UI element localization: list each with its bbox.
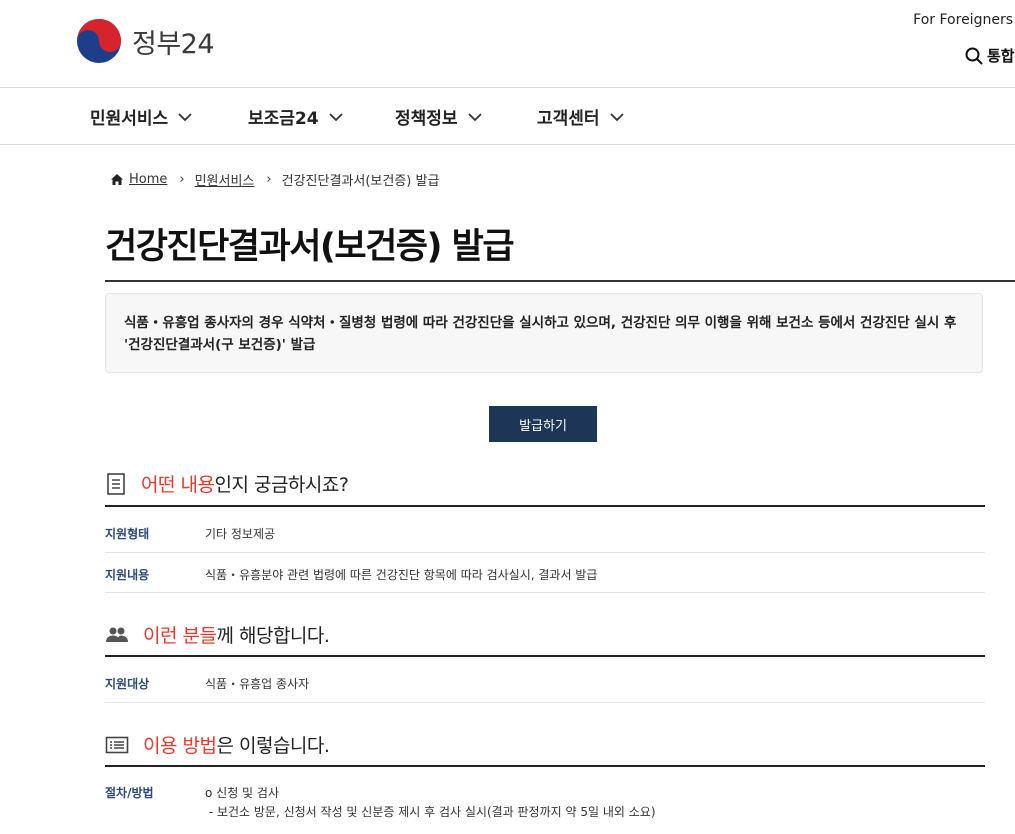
breadcrumb-civil-services[interactable]: 민원서비스 bbox=[195, 170, 255, 189]
nav-item-civil-services[interactable]: 민원서비스 bbox=[90, 104, 192, 129]
row-value: - 보건소 방문, 신청서 작성 및 신분증 제시 후 검사 실시(결과 판정까… bbox=[205, 805, 656, 819]
row-key: 지원대상 bbox=[105, 677, 150, 691]
nav-item-customer-center[interactable]: 고객센터 bbox=[537, 104, 624, 129]
logo-text: 정부24 bbox=[132, 28, 215, 60]
row-value: 식품・유흥업 종사자 bbox=[205, 677, 310, 691]
main-navigation: 민원서비스 보조금24 정책정보 고객센터 bbox=[0, 88, 1015, 145]
chevron-down-icon bbox=[328, 112, 343, 121]
chevron-down-icon bbox=[467, 112, 482, 121]
breadcrumb-home[interactable]: Home bbox=[129, 172, 167, 187]
taegeuk-logo-icon bbox=[77, 19, 121, 63]
list-icon bbox=[105, 736, 129, 753]
section-who-heading: 이런 분들께 해당합니다. bbox=[105, 621, 330, 648]
chevron-down-icon bbox=[178, 112, 192, 121]
nav-label: 민원서비스 bbox=[90, 109, 169, 129]
for-foreigners-link[interactable]: For Foreigners bbox=[913, 12, 1013, 28]
section-how-heading: 이용 방법은 이렇습니다. bbox=[105, 731, 330, 758]
nav-label: 보조금24 bbox=[248, 109, 319, 129]
section-highlight: 어떤 내용 bbox=[141, 474, 215, 496]
home-icon bbox=[111, 174, 123, 185]
section-heading-text: 은 이렇습니다. bbox=[216, 735, 330, 757]
section-heading-text: 인지 궁금하시죠? bbox=[214, 474, 349, 496]
chevron-right-icon: › bbox=[179, 172, 185, 187]
chevron-down-icon bbox=[609, 112, 624, 121]
nav-label: 고객센터 bbox=[537, 109, 600, 129]
info-row: 지원내용 식품・유흥분야 관련 법령에 따른 건강진단 항목에 따라 검사실시,… bbox=[105, 553, 985, 593]
site-logo[interactable]: 정부24 bbox=[76, 18, 215, 64]
section-highlight: 이용 방법 bbox=[143, 735, 217, 757]
page-title: 건강진단결과서(보건증) 발급 bbox=[105, 227, 515, 267]
breadcrumb-current: 건강진단결과서(보건증) 발급 bbox=[281, 174, 440, 189]
apply-button[interactable]: 발급하기 bbox=[489, 406, 597, 442]
row-key: 지원형태 bbox=[105, 527, 150, 541]
search-label: 통합 bbox=[987, 47, 1015, 65]
row-value: 식품・유흥분야 관련 법령에 따른 건강진단 항목에 따라 검사실시, 결과서 … bbox=[205, 568, 598, 582]
title-divider bbox=[105, 280, 1015, 282]
section-heading-text: 께 해당합니다. bbox=[216, 625, 330, 647]
nav-label: 정책정보 bbox=[395, 109, 458, 129]
breadcrumb: Home › 민원서비스 › 건강진단결과서(보건증) 발급 bbox=[110, 170, 439, 189]
search-icon bbox=[965, 47, 983, 65]
info-row: 지원형태 기타 정보제공 bbox=[105, 507, 985, 553]
integrated-search-button[interactable]: 통합 bbox=[965, 45, 1015, 66]
row-value: 기타 정보제공 bbox=[205, 527, 276, 541]
chevron-right-icon: › bbox=[266, 172, 272, 187]
site-header: 정부24 For Foreigners 통합 bbox=[0, 0, 1015, 88]
nav-item-subsidy24[interactable]: 보조금24 bbox=[248, 104, 343, 129]
service-description: 식품・유흥업 종사자의 경우 식약처・질병청 법령에 따라 건강진단을 실시하고… bbox=[105, 293, 983, 373]
row-value: o 신청 및 검사 bbox=[205, 786, 279, 800]
document-icon bbox=[107, 472, 125, 495]
description-line: '건강진단결과서(구 보건증)' 발급 bbox=[124, 337, 316, 353]
row-key: 절차/방법 bbox=[105, 786, 154, 800]
description-line: 식품・유흥업 종사자의 경우 식약처・질병청 법령에 따라 건강진단을 실시하고… bbox=[124, 315, 957, 331]
section-highlight: 이런 분들 bbox=[143, 625, 217, 647]
info-row: 지원대상 식품・유흥업 종사자 bbox=[105, 657, 985, 703]
nav-item-policy-info[interactable]: 정책정보 bbox=[395, 104, 482, 129]
section-what-heading: 어떤 내용인지 궁금하시죠? bbox=[105, 470, 349, 497]
info-row: 절차/방법 o 신청 및 검사 - 보건소 방문, 신청서 작성 및 신분증 제… bbox=[105, 767, 985, 827]
people-icon bbox=[106, 627, 128, 642]
row-key: 지원내용 bbox=[105, 568, 150, 582]
